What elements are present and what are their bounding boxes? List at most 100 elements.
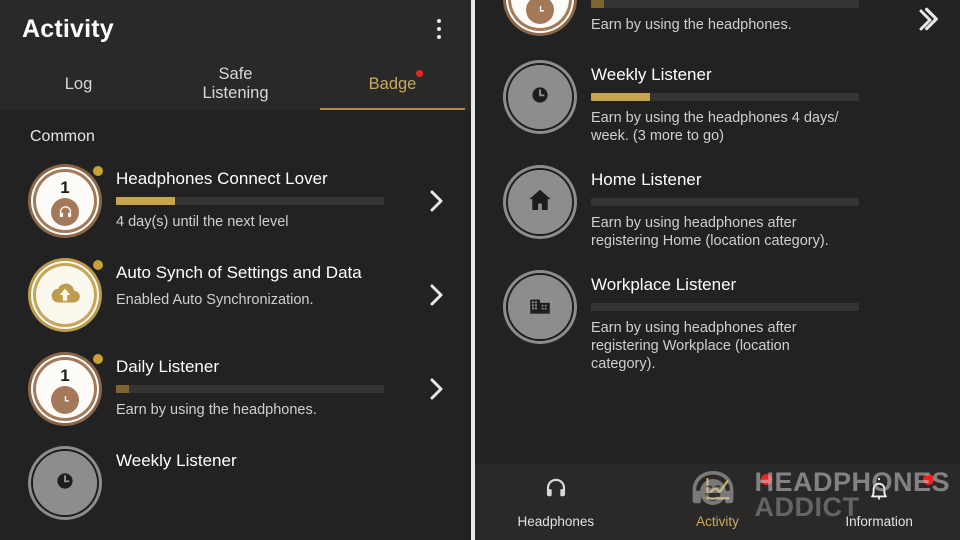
- page-title: Activity: [22, 14, 114, 43]
- badge-new-dot: [93, 260, 103, 270]
- headphones-icon: [51, 198, 79, 226]
- tab-active-underline: [320, 107, 465, 110]
- badge-row-workplace-listener[interactable]: Workplace Listener Earn by using headpho…: [475, 260, 960, 383]
- badge-subtitle: Earn by using the headphones 4 days/ wee…: [591, 109, 906, 145]
- right-panel: 1 Earn by u: [475, 0, 960, 540]
- badge-level: 1: [60, 366, 70, 385]
- nav-item-information[interactable]: Information: [798, 464, 960, 540]
- tab-badge[interactable]: Badge: [314, 58, 471, 110]
- badge-progress-bar: [116, 197, 384, 205]
- badge-row-body: Home Listener Earn by using headphones a…: [591, 165, 906, 250]
- badge-row-headphones-connect-lover[interactable]: 1 Headphones Connect Lover 4 day(s) unti…: [0, 158, 471, 248]
- badge-row-body: Weekly Listener Earn by using the headph…: [591, 60, 906, 145]
- badge-progress-fill: [591, 93, 650, 101]
- badge-icon-wrap: [503, 270, 579, 344]
- badge-title: Weekly Listener: [591, 65, 712, 84]
- badge-subtitle-line1: Earn by using headphones after: [591, 215, 797, 231]
- chevron-placeholder: [906, 188, 946, 228]
- clock-icon: [52, 468, 78, 499]
- badge-progress-bar: [591, 93, 859, 101]
- badge-icon-wrap: [28, 446, 104, 520]
- badge-row-weekly-listener[interactable]: Weekly Listener: [0, 436, 471, 530]
- chevron-right-icon[interactable]: [417, 275, 457, 315]
- chevron-placeholder: [906, 83, 946, 123]
- badge-subtitle-line2: registering Workplace (location: [591, 338, 790, 354]
- badge-row-daily-listener[interactable]: 1 Daily Listener Earn by using the headp…: [0, 342, 471, 436]
- badge-subtitle: Earn by using headphones after registeri…: [591, 319, 906, 373]
- badge-row-body: Auto Synch of Settings and Data Enabled …: [116, 258, 417, 309]
- badge-progress-bar: [591, 198, 859, 206]
- nav-activity-notification-dot: [761, 474, 773, 485]
- badge-list-left: Common 1 Headphones Connect Lover 4 day(…: [0, 110, 471, 530]
- badge-bronze: 1: [503, 0, 577, 36]
- badge-title: Workplace Listener: [591, 275, 737, 294]
- tab-safe-listening-line1: Safe: [218, 65, 253, 83]
- badge-icon-wrap: 1: [28, 352, 104, 426]
- badge-icon-wrap: [503, 60, 579, 134]
- badge-row-body: Daily Listener Earn by using the headpho…: [116, 352, 417, 419]
- building-icon: [527, 292, 553, 323]
- badge-progress-fill: [116, 385, 130, 393]
- badge-locked: [503, 270, 577, 344]
- badge-subtitle: Earn by using the headphones.: [591, 17, 792, 33]
- badge-title: Headphones Connect Lover: [116, 169, 328, 188]
- badge-locked: [503, 60, 577, 134]
- tab-badge-label: Badge: [368, 74, 417, 93]
- badge-row-daily-listener-partial[interactable]: 1 Earn by u: [475, 0, 960, 50]
- badge-row-weekly-listener[interactable]: Weekly Listener Earn by using the headph…: [475, 50, 960, 155]
- badge-row-body: Headphones Connect Lover 4 day(s) until …: [116, 164, 417, 231]
- chevron-right-icon[interactable]: [417, 463, 457, 503]
- badge-title: Daily Listener: [116, 357, 219, 376]
- nav-item-headphones[interactable]: Headphones: [475, 464, 637, 540]
- badge-new-dot: [93, 166, 103, 176]
- app-bar: Activity: [0, 0, 471, 58]
- badge-subtitle-line2: registering Home (location category).: [591, 233, 829, 249]
- badge-title: Auto Synch of Settings and Data: [116, 263, 362, 282]
- chevron-right-icon[interactable]: [417, 369, 457, 409]
- badge-icon-wrap: [503, 165, 579, 239]
- nav-item-activity-label: Activity: [696, 514, 739, 529]
- badge-bronze: 1: [28, 164, 102, 238]
- chevron-right-icon-top[interactable]: [922, 4, 942, 39]
- tab-log-label: Log: [64, 74, 93, 93]
- tab-bar: Log Safe Listening Badge: [0, 58, 471, 110]
- activity-chart-icon: [702, 475, 734, 508]
- badge-row-body: Workplace Listener Earn by using headpho…: [591, 270, 906, 373]
- badge-progress-bar: [591, 0, 859, 8]
- nav-item-information-label: Information: [845, 514, 913, 529]
- bell-icon: [864, 475, 894, 508]
- badge-row-home-listener[interactable]: Home Listener Earn by using headphones a…: [475, 155, 960, 260]
- badge-subtitle: Enabled Auto Synchronization.: [116, 292, 314, 308]
- badge-locked: [28, 446, 102, 520]
- badge-title: Home Listener: [591, 170, 702, 189]
- tab-log[interactable]: Log: [0, 58, 157, 110]
- chevron-right-icon[interactable]: [417, 181, 457, 221]
- headphones-icon: [540, 475, 572, 508]
- tab-safe-listening[interactable]: Safe Listening: [157, 58, 314, 110]
- badge-row-body: Weekly Listener: [116, 446, 417, 479]
- badge-gold: [28, 258, 102, 332]
- badge-row-auto-synch[interactable]: Auto Synch of Settings and Data Enabled …: [0, 248, 471, 342]
- clock-icon: [527, 82, 553, 113]
- badge-title: Weekly Listener: [116, 451, 237, 470]
- badge-progress-bar: [591, 303, 859, 311]
- badge-icon-wrap: 1: [28, 164, 104, 238]
- home-icon: [526, 186, 554, 219]
- badge-icon-wrap: 1: [503, 0, 579, 36]
- nav-item-activity[interactable]: Activity: [637, 464, 799, 540]
- app-screenshot: Activity Log Safe Listening Badge Common…: [0, 0, 960, 540]
- badge-level: 1: [60, 178, 70, 197]
- badge-subtitle: Earn by using headphones after registeri…: [591, 214, 906, 250]
- badge-subtitle: 4 day(s) until the next level: [116, 214, 289, 230]
- badge-progress-fill: [116, 197, 175, 205]
- badge-subtitle-line1: Earn by using the headphones 4 days/: [591, 110, 839, 126]
- clock-icon: [51, 386, 79, 414]
- badge-subtitle-line3: category).: [591, 356, 656, 372]
- kebab-menu-icon[interactable]: [425, 14, 453, 44]
- nav-information-notification-dot: [923, 474, 935, 485]
- cloud-upload-icon: [48, 278, 82, 313]
- badge-subtitle: Earn by using the headphones.: [116, 402, 317, 418]
- chevron-placeholder: [906, 302, 946, 342]
- tab-safe-listening-label: Safe Listening: [202, 65, 268, 103]
- badge-new-dot: [93, 354, 103, 364]
